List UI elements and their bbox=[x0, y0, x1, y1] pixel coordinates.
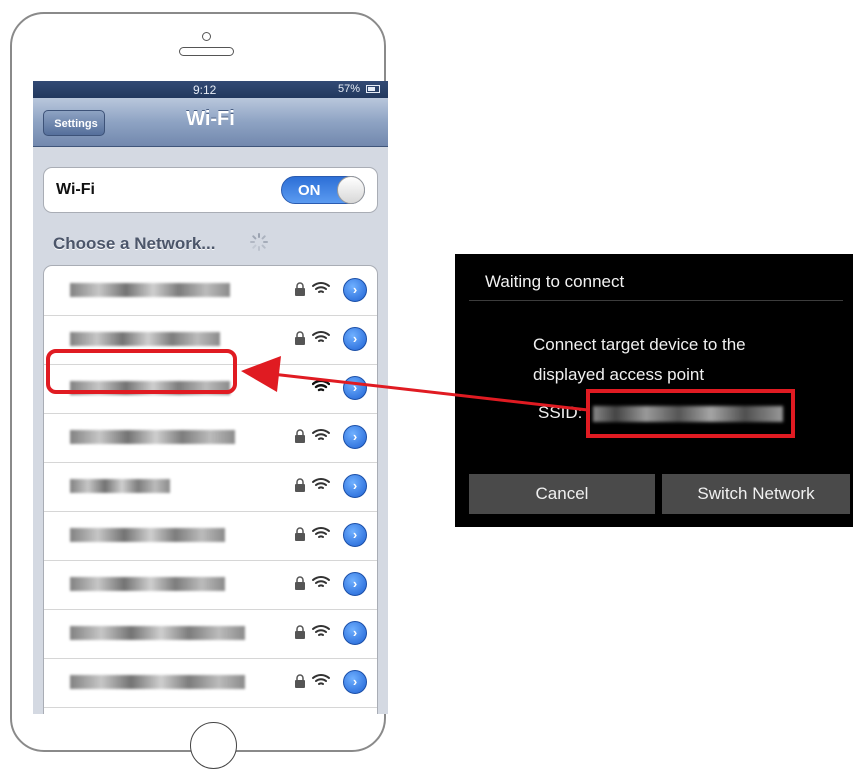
detail-disclosure-icon[interactable]: › bbox=[343, 278, 367, 302]
detail-disclosure-icon[interactable]: › bbox=[343, 327, 367, 351]
lock-icon bbox=[295, 527, 305, 541]
lock-icon bbox=[295, 331, 305, 345]
wifi-signal-icon bbox=[312, 282, 330, 293]
toggle-knob bbox=[337, 176, 365, 204]
wifi-signal-icon bbox=[312, 576, 330, 587]
network-name bbox=[70, 626, 245, 640]
cancel-button[interactable]: Cancel bbox=[469, 474, 655, 514]
network-name bbox=[70, 675, 245, 689]
wifi-signal-icon bbox=[312, 379, 330, 392]
status-bar: 9:12 57% bbox=[33, 81, 388, 98]
network-row[interactable]: › bbox=[44, 658, 377, 708]
lock-icon bbox=[295, 282, 305, 296]
wifi-signal-icon bbox=[312, 625, 330, 636]
network-row[interactable]: › bbox=[44, 609, 377, 659]
detail-disclosure-icon[interactable]: › bbox=[343, 572, 367, 596]
wifi-signal-icon bbox=[312, 429, 330, 440]
detail-disclosure-icon[interactable]: › bbox=[343, 523, 367, 547]
detail-disclosure-icon[interactable]: › bbox=[343, 670, 367, 694]
network-row[interactable]: › bbox=[44, 413, 377, 463]
detail-disclosure-icon[interactable]: › bbox=[343, 474, 367, 498]
wifi-toggle[interactable]: ON bbox=[281, 176, 365, 204]
lock-icon bbox=[295, 674, 305, 688]
camera-dot bbox=[202, 32, 211, 41]
lock-icon bbox=[295, 429, 305, 443]
network-list: › › › › › › › › › bbox=[43, 265, 378, 714]
wifi-signal-icon bbox=[312, 331, 330, 342]
network-name bbox=[70, 332, 220, 346]
detail-disclosure-icon[interactable]: › bbox=[343, 425, 367, 449]
wifi-toggle-row: Wi-Fi ON bbox=[43, 167, 378, 213]
network-name bbox=[70, 430, 235, 444]
battery-percent: 57% bbox=[337, 83, 360, 95]
selected-network-highlight bbox=[46, 349, 237, 394]
network-row[interactable]: › bbox=[44, 511, 377, 561]
nav-bar: Settings Wi-Fi bbox=[33, 98, 388, 147]
wifi-signal-icon bbox=[312, 478, 330, 489]
network-name bbox=[70, 283, 230, 297]
dialog-message-line1: Connect target device to the bbox=[533, 335, 746, 354]
dialog-divider bbox=[469, 300, 843, 301]
wifi-signal-icon bbox=[312, 527, 330, 538]
switch-network-button[interactable]: Switch Network bbox=[662, 474, 850, 514]
lock-icon bbox=[295, 625, 305, 639]
choose-network-header: Choose a Network... bbox=[53, 234, 216, 253]
loading-spinner-icon bbox=[250, 233, 268, 251]
toggle-state-label: ON bbox=[298, 182, 321, 199]
dialog-message: Connect target device to the displayed a… bbox=[533, 330, 833, 390]
network-row[interactable]: › bbox=[44, 560, 377, 610]
network-row[interactable]: › bbox=[44, 462, 377, 512]
dialog-message-line2: displayed access point bbox=[533, 365, 705, 384]
home-button[interactable] bbox=[190, 722, 237, 769]
detail-disclosure-icon[interactable]: › bbox=[343, 376, 367, 400]
phone-screen: 9:12 57% Settings Wi-Fi Wi-Fi ON Choose … bbox=[33, 81, 388, 714]
status-time: 9:12 bbox=[193, 83, 217, 97]
network-row[interactable]: › bbox=[44, 266, 377, 316]
lock-icon bbox=[295, 576, 305, 590]
wifi-signal-icon bbox=[312, 674, 330, 685]
earpiece-speaker bbox=[179, 47, 234, 56]
battery-icon bbox=[366, 85, 380, 93]
network-name bbox=[70, 528, 225, 542]
ssid-highlight bbox=[586, 389, 795, 438]
lock-icon bbox=[295, 478, 305, 492]
ssid-label: SSID: bbox=[538, 403, 583, 422]
page-title: Wi-Fi bbox=[186, 108, 235, 130]
detail-disclosure-icon[interactable]: › bbox=[343, 621, 367, 645]
network-name bbox=[70, 577, 225, 591]
wifi-label: Wi-Fi bbox=[56, 181, 95, 198]
dialog-title: Waiting to connect bbox=[485, 272, 625, 291]
network-name bbox=[70, 479, 170, 493]
